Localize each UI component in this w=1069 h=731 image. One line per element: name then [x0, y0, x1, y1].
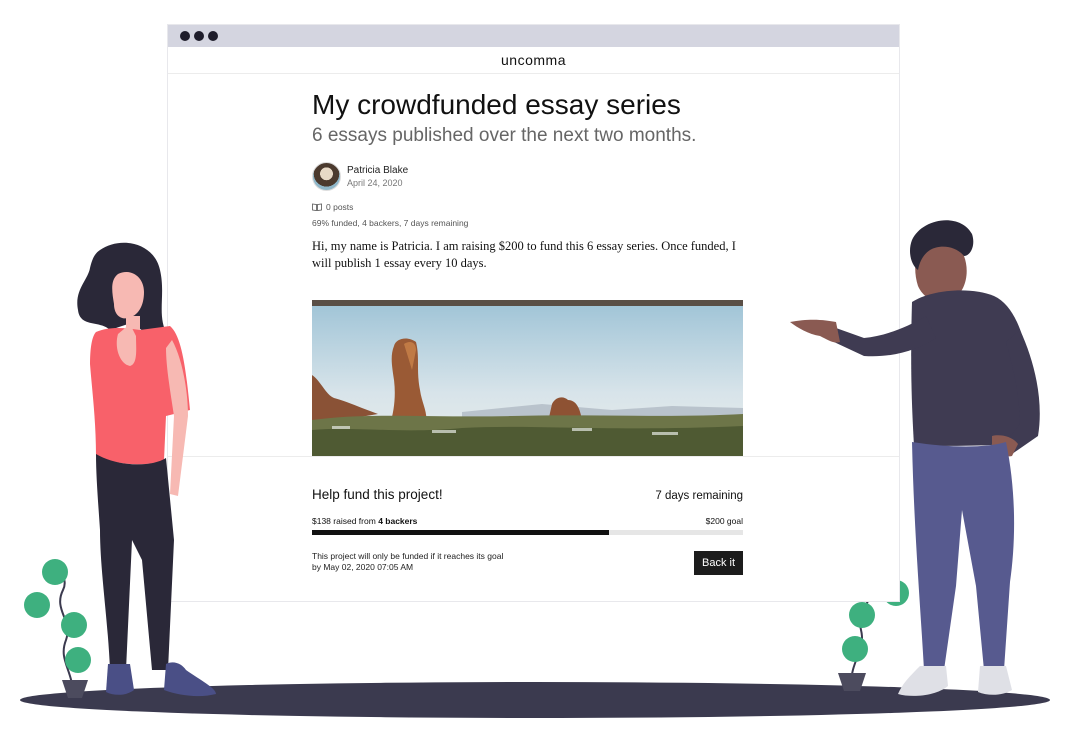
raised-from: raised from — [333, 516, 376, 526]
article-title: My crowdfunded essay series — [312, 89, 681, 120]
funding-progress-bar — [312, 530, 743, 535]
funding-deadline-note: This project will only be funded if it r… — [312, 551, 503, 573]
raised-row: $138 raised from 4 backers $200 goal — [312, 516, 743, 526]
site-name[interactable]: uncomma — [168, 47, 899, 74]
author-name[interactable]: Patricia Blake — [347, 164, 408, 177]
window-dot-icon[interactable] — [194, 31, 204, 41]
raised-amount: $138 — [312, 516, 331, 526]
article-body: Hi, my name is Patricia. I am raising $2… — [312, 239, 736, 270]
window-titlebar — [168, 25, 899, 47]
posts-label: 0 posts — [326, 202, 354, 212]
funding-heading: Help fund this project! — [312, 487, 443, 502]
funding-goal: $200 goal — [705, 516, 743, 526]
deadline-note-line1: This project will only be funded if it r… — [312, 551, 504, 561]
backers-count: 4 backers — [378, 516, 418, 526]
article: My crowdfunded essay series 6 essays pub… — [312, 87, 743, 272]
article-subtitle: 6 essays published over the next two mon… — [312, 125, 697, 146]
woman-illustration — [77, 242, 216, 697]
man-illustration — [790, 220, 1040, 696]
window-dot-icon[interactable] — [208, 31, 218, 41]
author-block[interactable]: Patricia Blake April 24, 2020 — [312, 162, 743, 191]
publish-date: April 24, 2020 — [347, 178, 403, 188]
posts-count[interactable]: 0 posts — [312, 202, 743, 212]
article-hero-image — [312, 300, 743, 456]
back-it-button[interactable]: Back it — [693, 551, 743, 575]
deadline-note-line2: by May 02, 2020 07:05 AM — [312, 562, 414, 572]
book-icon — [312, 203, 322, 211]
window-dot-icon[interactable] — [180, 31, 190, 41]
raised-text: $138 raised from 4 backers — [312, 516, 417, 526]
funding-progress-fill — [312, 530, 610, 535]
funding-summary: 69% funded, 4 backers, 7 days remaining — [312, 218, 469, 228]
days-remaining: 7 days remaining — [655, 490, 743, 502]
avatar[interactable] — [312, 162, 341, 191]
